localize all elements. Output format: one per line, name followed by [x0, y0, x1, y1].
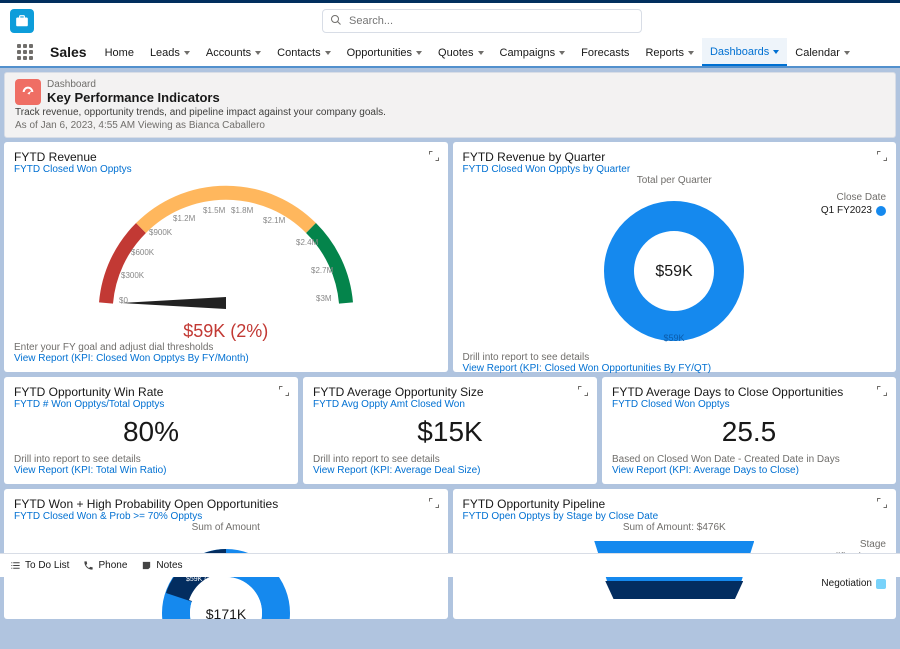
- todo-list-button[interactable]: To Do List: [10, 560, 69, 571]
- card-title: FYTD Opportunity Win Rate: [14, 385, 288, 399]
- view-report-link[interactable]: View Report (KPI: Average Deal Size): [313, 465, 587, 476]
- phone-button[interactable]: Phone: [83, 560, 127, 571]
- legend-item: Q1 FY2023: [821, 205, 886, 216]
- legend-item: Negotiation: [804, 578, 886, 589]
- metric-value: $15K: [313, 416, 587, 448]
- search-icon: [330, 14, 342, 29]
- card-avg-opportunity-size: FYTD Average Opportunity Size FYTD Avg O…: [303, 377, 597, 484]
- svg-text:$3M: $3M: [316, 294, 332, 303]
- expand-icon[interactable]: [577, 385, 589, 400]
- chart-title: Sum of Amount: $476K: [463, 522, 887, 533]
- expand-icon[interactable]: [278, 385, 290, 400]
- svg-text:$600K: $600K: [131, 248, 155, 257]
- chevron-down-icon: [416, 51, 422, 55]
- nav-item-campaigns[interactable]: Campaigns: [492, 38, 574, 66]
- global-search-input[interactable]: [322, 9, 642, 33]
- expand-icon[interactable]: [876, 497, 888, 512]
- dashboard-stamp: As of Jan 6, 2023, 4:55 AM Viewing as Bi…: [15, 120, 885, 131]
- card-title: FYTD Opportunity Pipeline: [463, 497, 887, 511]
- card-footer: Enter your FY goal and adjust dial thres…: [14, 342, 438, 353]
- app-name: Sales: [40, 38, 97, 66]
- nav-item-opportunities[interactable]: Opportunities: [339, 38, 430, 66]
- svg-text:$59K (34%): $59K (34%): [186, 576, 223, 583]
- card-subtitle: FYTD Avg Oppty Amt Closed Won: [313, 399, 587, 410]
- utility-bar: To Do List Phone Notes: [0, 553, 900, 577]
- expand-icon[interactable]: [428, 150, 440, 165]
- card-subtitle: FYTD Closed Won Opptys: [612, 399, 886, 410]
- view-report-link[interactable]: View Report (KPI: Total Win Ratio): [14, 465, 288, 476]
- svg-text:$171K: $171K: [206, 606, 247, 619]
- card-subtitle: FYTD Closed Won Opptys by Quarter: [463, 164, 887, 175]
- view-report-link[interactable]: View Report (KPI: Closed Won Opportuniti…: [463, 363, 887, 374]
- card-subtitle: FYTD Closed Won Opptys: [14, 164, 438, 175]
- expand-icon[interactable]: [876, 385, 888, 400]
- chevron-down-icon: [559, 51, 565, 55]
- dashboard-eyebrow: Dashboard: [47, 79, 220, 90]
- nav-item-dashboards[interactable]: Dashboards: [702, 38, 787, 66]
- nav-item-contacts[interactable]: Contacts: [269, 38, 338, 66]
- card-title: FYTD Won + High Probability Open Opportu…: [14, 497, 438, 511]
- card-footer: Based on Closed Won Date - Created Date …: [612, 454, 886, 465]
- notes-button[interactable]: Notes: [141, 560, 182, 571]
- legend-title: Close Date: [821, 192, 886, 203]
- card-subtitle: FYTD # Won Opptys/Total Opptys: [14, 399, 288, 410]
- svg-text:$1.8M: $1.8M: [231, 206, 254, 215]
- svg-text:$2.4M: $2.4M: [296, 238, 319, 247]
- card-title: FYTD Average Days to Close Opportunities: [612, 385, 886, 399]
- metric-value: 80%: [14, 416, 288, 448]
- metric-value: 25.5: [612, 416, 886, 448]
- chevron-down-icon: [478, 51, 484, 55]
- dashboard-icon: [15, 79, 41, 105]
- chevron-down-icon: [255, 51, 261, 55]
- svg-text:$2.7M: $2.7M: [311, 266, 334, 275]
- expand-icon[interactable]: [428, 497, 440, 512]
- card-avg-days-to-close: FYTD Average Days to Close Opportunities…: [602, 377, 896, 484]
- card-title: FYTD Revenue: [14, 150, 438, 164]
- card-footer: Drill into report to see details: [313, 454, 587, 465]
- nav-item-quotes[interactable]: Quotes: [430, 38, 491, 66]
- card-footer: Drill into report to see details: [463, 352, 887, 363]
- svg-text:$300K: $300K: [121, 271, 145, 280]
- nav-item-calendar[interactable]: Calendar: [787, 38, 858, 66]
- card-subtitle: FYTD Closed Won & Prob >= 70% Opptys: [14, 511, 438, 522]
- svg-text:$900K: $900K: [149, 228, 173, 237]
- svg-text:$59K: $59K: [664, 333, 685, 343]
- chevron-down-icon: [844, 51, 850, 55]
- svg-text:$59K: $59K: [656, 263, 694, 280]
- dashboard-title: Key Performance Indicators: [47, 90, 220, 105]
- nav-item-home[interactable]: Home: [97, 38, 142, 66]
- card-footer: Drill into report to see details: [14, 454, 288, 465]
- chevron-down-icon: [773, 50, 779, 54]
- gauge-value: $59K (2%): [14, 321, 438, 342]
- app-launcher-icon[interactable]: [10, 38, 40, 66]
- view-report-link[interactable]: View Report (KPI: Average Days to Close): [612, 465, 886, 476]
- card-fytd-revenue: FYTD Revenue FYTD Closed Won Opptys $0 $…: [4, 142, 448, 372]
- expand-icon[interactable]: [876, 150, 888, 165]
- chart-title: Sum of Amount: [14, 522, 438, 533]
- card-revenue-by-quarter: FYTD Revenue by Quarter FYTD Closed Won …: [453, 142, 897, 372]
- card-win-rate: FYTD Opportunity Win Rate FYTD # Won Opp…: [4, 377, 298, 484]
- legend-title: Stage: [804, 539, 886, 550]
- donut-chart: $59K $59K: [599, 196, 749, 346]
- nav-item-accounts[interactable]: Accounts: [198, 38, 269, 66]
- card-subtitle: FYTD Open Opptys by Stage by Close Date: [463, 511, 887, 522]
- svg-text:$1.5M: $1.5M: [203, 206, 226, 215]
- chevron-down-icon: [325, 51, 331, 55]
- card-title: FYTD Average Opportunity Size: [313, 385, 587, 399]
- nav-item-forecasts[interactable]: Forecasts: [573, 38, 637, 66]
- nav-item-leads[interactable]: Leads: [142, 38, 198, 66]
- svg-text:$0: $0: [119, 296, 128, 305]
- gauge-chart: $0 $300K $600K $900K $1.2M $1.5M $1.8M $…: [71, 183, 381, 313]
- app-icon: [10, 9, 34, 33]
- dashboard-subtitle: Track revenue, opportunity trends, and p…: [15, 107, 885, 118]
- chart-title: Total per Quarter: [463, 175, 887, 186]
- chevron-down-icon: [688, 51, 694, 55]
- svg-text:$2.1M: $2.1M: [263, 216, 286, 225]
- chevron-down-icon: [184, 51, 190, 55]
- view-report-link[interactable]: View Report (KPI: Closed Won Opptys By F…: [14, 353, 438, 364]
- svg-text:$1.2M: $1.2M: [173, 214, 196, 223]
- card-title: FYTD Revenue by Quarter: [463, 150, 887, 164]
- dashboard-header: Dashboard Key Performance Indicators Tra…: [4, 72, 896, 138]
- nav-item-reports[interactable]: Reports: [637, 38, 702, 66]
